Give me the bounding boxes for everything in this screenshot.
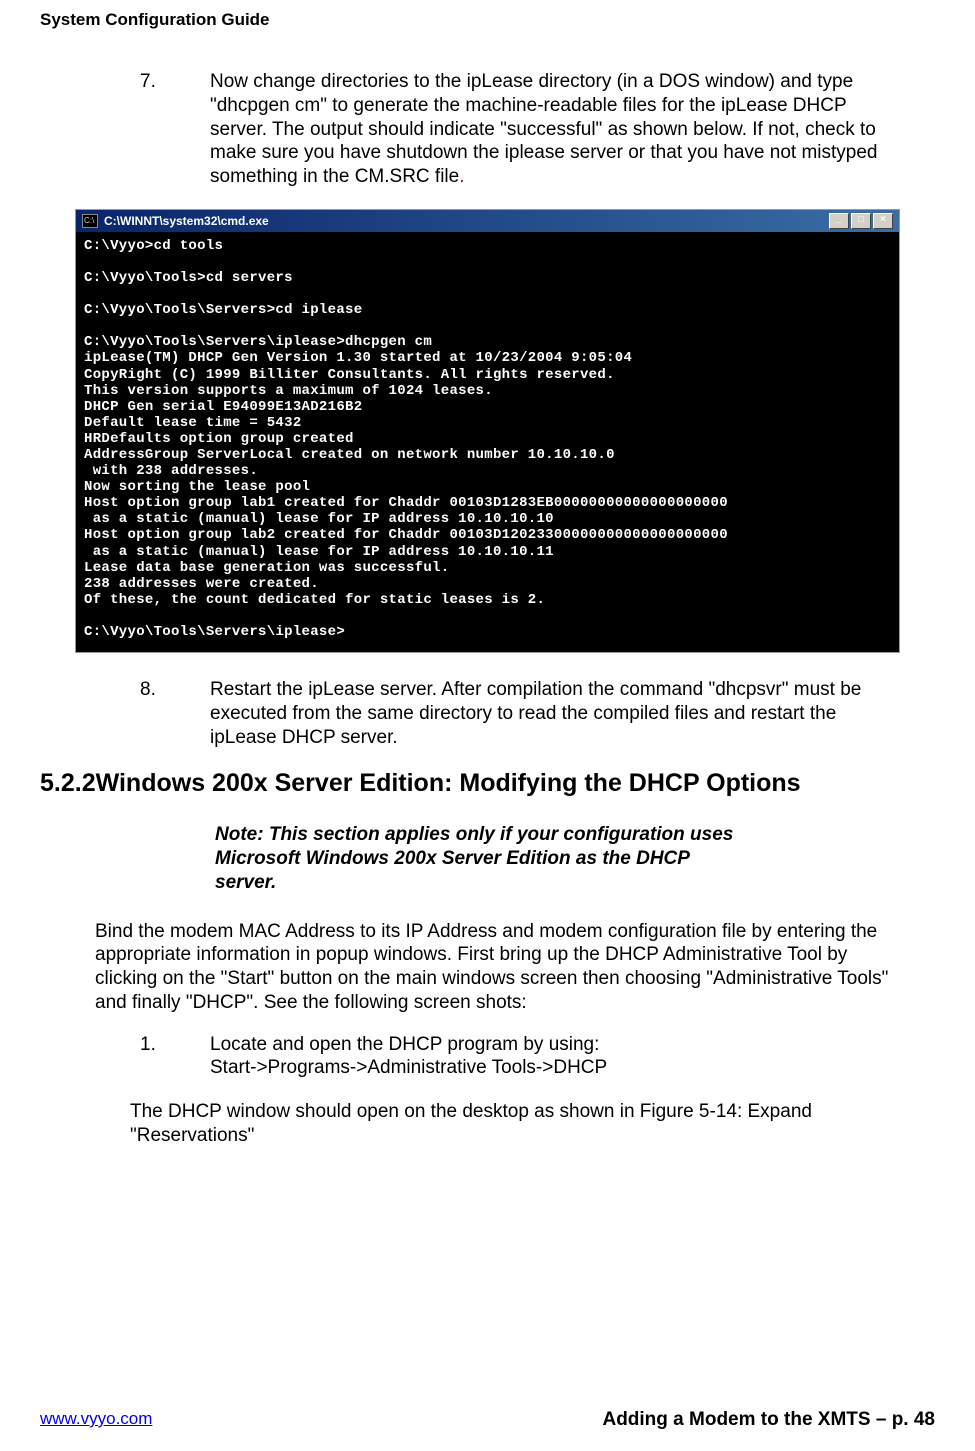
window-controls: _ □ × [829,213,893,229]
cmd-titlebar: C:\WINNT\system32\cmd.exe _ □ × [76,210,899,232]
list-item-1: 1. Locate and open the DHCP program by u… [140,1033,905,1081]
red-period: . [459,166,464,187]
paragraph: Bind the modem MAC Address to its IP Add… [95,920,905,1015]
page-footer: www.vyyo.com Adding a Modem to the XMTS … [0,1409,975,1431]
note-label: Note [215,824,257,845]
cmd-icon [82,214,98,228]
item-line-2: Start->Programs->Administrative Tools->D… [210,1056,905,1080]
note-block: Note: This section applies only if your … [215,823,755,894]
item-line-1: Locate and open the DHCP program by usin… [210,1033,905,1057]
cmd-title: C:\WINNT\system32\cmd.exe [104,214,269,228]
section-number: 5.2.2 [40,769,96,798]
item-number: 8. [140,678,210,749]
footer-page-ref: Adding a Modem to the XMTS – p. 48 [602,1409,935,1431]
cmd-window: C:\WINNT\system32\cmd.exe _ □ × C:\Vyyo>… [75,209,900,653]
item-number: 1. [140,1033,210,1081]
section-heading: 5.2.2 Windows 200x Server Edition: Modif… [40,769,935,798]
item-number: 7. [140,70,210,189]
footer-link[interactable]: www.vyyo.com [40,1409,152,1431]
close-button[interactable]: × [873,213,893,229]
minimize-button[interactable]: _ [829,213,849,229]
paragraph: The DHCP window should open on the deskt… [130,1100,895,1148]
item-text: Restart the ipLease server. After compil… [210,678,905,749]
item-text: Locate and open the DHCP program by usin… [210,1033,905,1081]
section-title: Windows 200x Server Edition: Modifying t… [96,769,935,798]
item-text: Now change directories to the ipLease di… [210,70,905,189]
list-item-7: 7. Now change directories to the ipLease… [140,70,905,189]
note-text: : This section applies only if your conf… [215,824,733,893]
maximize-button[interactable]: □ [851,213,871,229]
item-body: Now change directories to the ipLease di… [210,71,878,187]
list-item-8: 8. Restart the ipLease server. After com… [140,678,905,749]
document-header: System Configuration Guide [40,10,935,30]
cmd-output: C:\Vyyo>cd tools C:\Vyyo\Tools>cd server… [76,232,899,652]
